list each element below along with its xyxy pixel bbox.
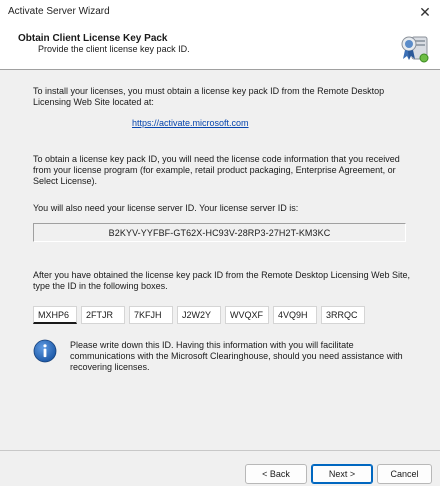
licensing-website-link[interactable]: https://activate.microsoft.com [132, 118, 249, 128]
cancel-button[interactable]: Cancel [377, 464, 432, 484]
info-text: Please write down this ID. Having this i… [70, 340, 403, 372]
header-title: Obtain Client License Key Pack [18, 33, 168, 44]
wizard-header: Obtain Client License Key Pack Provide t… [0, 25, 440, 70]
key-pack-id-field-3[interactable]: 7KFJH [129, 306, 173, 324]
key-pack-id-field-4[interactable]: J2W2Y [177, 306, 221, 324]
intro-text: To install your licenses, you must obtai… [33, 86, 385, 107]
next-button[interactable]: Next > [311, 464, 373, 484]
header-subtitle: Provide the client license key pack ID. [38, 44, 190, 54]
key-pack-id-field-7[interactable]: 3RRQC [321, 306, 365, 324]
key-pack-id-field-6[interactable]: 4VQ9H [273, 306, 317, 324]
key-pack-id-field-5[interactable]: WVQXF [225, 306, 269, 324]
title-bar: Activate Server Wizard ✕ [0, 0, 440, 25]
server-id-label: You will also need your license server I… [33, 203, 299, 213]
license-server-id-field: B2KYV-YYFBF-GT62X-HC93V-28RP3-27H2T-KM3K… [33, 223, 406, 242]
key-pack-instructions: After you have obtained the license key … [33, 270, 411, 291]
window-title: Activate Server Wizard [8, 6, 110, 17]
info-icon [33, 339, 57, 363]
back-button[interactable]: < Back [245, 464, 307, 484]
key-pack-id-field-2[interactable]: 2FTJR [81, 306, 125, 324]
footer-divider [0, 450, 440, 451]
key-pack-id-field-1[interactable]: MXHP6 [33, 306, 77, 324]
activate-server-wizard-window: Activate Server Wizard ✕ Obtain Client L… [0, 0, 440, 486]
license-code-text: To obtain a license key pack ID, you wil… [33, 154, 400, 186]
certificate-server-icon [401, 36, 429, 63]
close-icon[interactable]: ✕ [410, 0, 440, 25]
